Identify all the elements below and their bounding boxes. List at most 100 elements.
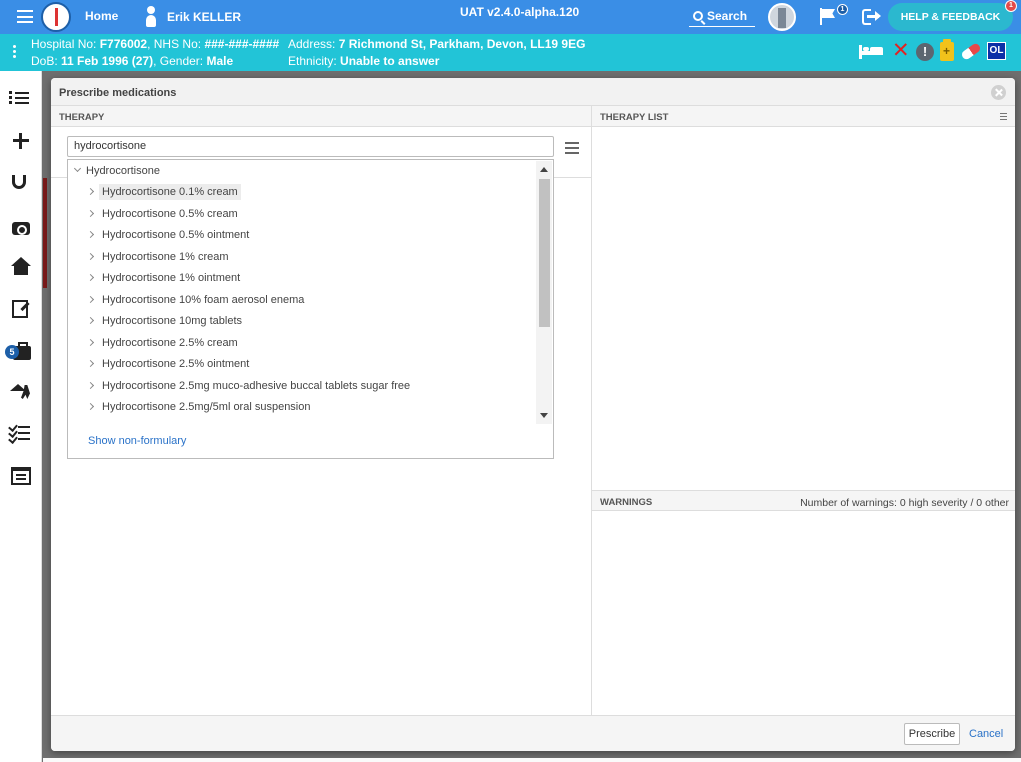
stethoscope-icon[interactable] (12, 175, 26, 189)
result-label: Hydrocortisone 2.5mg muco-adhesive bucca… (102, 380, 411, 392)
tree-root-item[interactable]: Hydrocortisone (73, 164, 160, 177)
list-options-icon[interactable] (565, 142, 579, 157)
dialog-title: Prescribe medications (51, 78, 1015, 106)
therapy-list-menu-icon[interactable] (1000, 113, 1007, 122)
chevron-right-icon (86, 187, 95, 196)
logout-icon[interactable] (862, 8, 882, 26)
register-icon[interactable] (11, 467, 31, 485)
chevron-right-icon (86, 230, 95, 239)
ol-badge[interactable]: OL (987, 42, 1006, 60)
scroll-down-arrow-icon[interactable] (540, 413, 548, 418)
search-button[interactable]: Search (689, 5, 755, 27)
plus-icon[interactable] (9, 129, 33, 153)
result-label: Hydrocortisone 2.5% ointment (102, 358, 250, 370)
warnings-title: WARNINGS (600, 497, 653, 508)
result-label: Hydrocortisone 0.1% cream (99, 184, 241, 200)
result-item[interactable]: Hydrocortisone 2.5% ointment (86, 354, 256, 375)
kebab-menu-icon[interactable] (13, 45, 16, 60)
ethnicity-label: Ethnicity: (288, 54, 337, 68)
search-label: Search (707, 8, 748, 23)
home-link[interactable]: Home (85, 9, 118, 23)
nhs-no-label: NHS No: (153, 37, 202, 51)
avatar[interactable] (768, 3, 796, 31)
flag-badge: 1 (837, 4, 848, 15)
chevron-right-icon (86, 381, 95, 390)
search-results-dropdown: Hydrocortisone Hydrocortisone 0.1% cream… (67, 159, 554, 459)
chevron-right-icon (86, 402, 95, 411)
nhs-no: ###-###-#### (204, 37, 280, 51)
address: 7 Richmond St, Parkham, Devon, LL19 9EG (338, 37, 586, 51)
patient-ids: Hospital No: F776002, NHS No: ###-###-##… (31, 37, 280, 51)
chevron-right-icon (86, 359, 95, 368)
result-item[interactable]: Hydrocortisone 1% cream (86, 247, 236, 268)
patient-dob-gender: DoB: 11 Feb 1996 (27), Gender: Male (31, 54, 234, 68)
search-icon (693, 10, 703, 21)
bed-icon[interactable] (859, 45, 883, 59)
result-item[interactable]: Hydrocortisone 2.5mg muco-adhesive bucca… (86, 376, 417, 397)
dialog-footer: Prescribe Cancel (51, 715, 1015, 751)
app-logo[interactable] (41, 2, 71, 32)
result-item[interactable]: Hydrocortisone 2.5% cream (86, 333, 245, 354)
therapy-list-title: THERAPY LIST (600, 112, 669, 123)
result-item[interactable]: Hydrocortisone 0.1% cream (86, 182, 245, 203)
dob: 11 Feb 1996 (27) (61, 54, 154, 68)
chevron-right-icon (86, 338, 95, 347)
result-label: Hydrocortisone 1% ointment (102, 272, 241, 284)
camera-icon[interactable] (12, 222, 30, 235)
prescribe-button[interactable]: Prescribe (904, 723, 960, 745)
list-icon[interactable] (9, 89, 33, 113)
dob-label: DoB: (31, 54, 58, 68)
hospital-no-label: Hospital No: (31, 37, 97, 51)
result-label: Hydrocortisone 10% foam aerosol enema (102, 294, 305, 306)
chevron-right-icon (86, 295, 95, 304)
therapy-header: THERAPY (51, 106, 591, 127)
hamburger-menu-icon[interactable] (17, 10, 33, 23)
result-item[interactable]: Hydrocortisone 0.5% cream (86, 204, 245, 225)
therapy-search-input[interactable]: hydrocortisone (67, 136, 554, 157)
cancel-button[interactable]: Cancel (969, 728, 1003, 740)
chevron-right-icon (86, 273, 95, 282)
close-icon[interactable] (991, 85, 1006, 100)
patient-address: Address: 7 Richmond St, Parkham, Devon, … (288, 37, 585, 51)
resus-x-icon[interactable]: ✕ (892, 40, 910, 61)
scrollbar-thumb[interactable] (539, 179, 550, 327)
alert-icon[interactable]: ! (916, 43, 934, 61)
address-label: Address: (288, 37, 336, 51)
therapy-list-header: THERAPY LIST (592, 106, 1015, 127)
home-icon[interactable] (9, 255, 33, 279)
scroll-up-arrow-icon[interactable] (540, 167, 548, 172)
prescribe-medications-dialog: Prescribe medications THERAPY THERAPY LI… (51, 78, 1015, 751)
briefcase-badge: 5 (5, 345, 19, 359)
gender: Male (206, 54, 234, 68)
result-item[interactable]: Hydrocortisone 10% foam aerosol enema (86, 290, 311, 311)
hospital-no: F776002 (99, 37, 148, 51)
result-item[interactable]: Hydrocortisone 2.5mg/5ml oral suspension (86, 397, 318, 418)
show-non-formulary-link[interactable]: Show non-formulary (88, 435, 186, 447)
warnings-header: WARNINGS Number of warnings: 0 high seve… (592, 490, 1015, 511)
checklist-icon[interactable] (9, 422, 33, 446)
result-label: Hydrocortisone 2.5% cream (102, 337, 238, 349)
panel-divider (591, 106, 592, 715)
document-edit-icon[interactable] (12, 300, 28, 318)
left-sidebar: 5 (0, 71, 42, 762)
chevron-right-icon (86, 252, 95, 261)
top-bar: Home Erik KELLER UAT v2.4.0-alpha.120 Se… (0, 0, 1021, 34)
result-label: Hydrocortisone 2.5mg/5ml oral suspension (102, 401, 311, 413)
help-feedback-button[interactable]: HELP & FEEDBACK (888, 3, 1013, 31)
tree-root-label: Hydrocortisone (86, 165, 160, 177)
result-label: Hydrocortisone 0.5% cream (102, 208, 238, 220)
gender-label: Gender: (159, 54, 204, 68)
result-item[interactable]: Hydrocortisone 0.5% ointment (86, 225, 256, 246)
chevron-right-icon (86, 316, 95, 325)
running-icon[interactable] (9, 380, 33, 404)
result-item[interactable]: Hydrocortisone 1% ointment (86, 268, 247, 289)
flag-icon[interactable] (820, 8, 836, 25)
user-name[interactable]: Erik KELLER (167, 10, 241, 24)
medication-icon[interactable] (940, 39, 954, 61)
chevron-right-icon (86, 209, 95, 218)
result-item[interactable]: Hydrocortisone 10mg tablets (86, 311, 249, 332)
pill-icon[interactable] (960, 42, 982, 61)
results-scrollbar[interactable] (536, 161, 552, 424)
result-label: Hydrocortisone 0.5% ointment (102, 229, 250, 241)
patient-ethnicity: Ethnicity: Unable to answer (288, 54, 439, 68)
